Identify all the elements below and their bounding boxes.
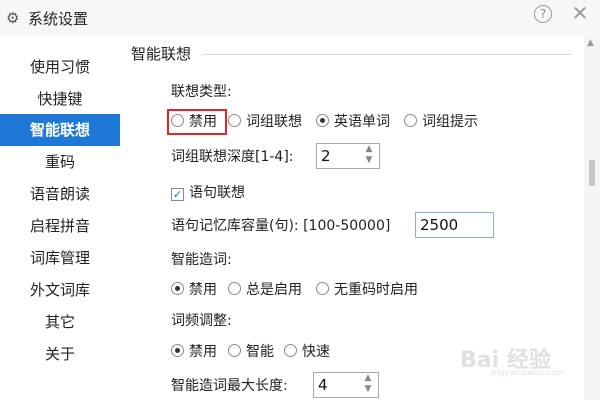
chevron-up-icon[interactable]: ▲ xyxy=(361,144,377,155)
sidebar-item-about[interactable]: 关于 xyxy=(0,338,120,370)
depth-stepper[interactable]: 2 ▲ ▼ xyxy=(316,143,380,169)
assoc-type-english-radio[interactable]: 英语单词 xyxy=(316,112,390,132)
radio-label: 禁用 xyxy=(189,282,217,298)
section-divider xyxy=(202,54,572,55)
max-length-label: 智能造词最大长度: xyxy=(171,378,288,394)
sidebar-item-duplicate-codes[interactable]: 重码 xyxy=(0,146,120,178)
radio-label: 快速 xyxy=(302,344,330,360)
sidebar-item-foreign-lexicon[interactable]: 外文词库 xyxy=(0,274,120,306)
checkmark-icon: ✓ xyxy=(171,188,184,201)
settings-window: ⚙ 系统设置 ? ✕ 使用习惯 快捷键 智能联想 重码 语音朗读 启程拼音 词库… xyxy=(0,0,600,400)
close-button[interactable]: ✕ xyxy=(570,3,590,23)
memory-capacity-input[interactable]: 2500 xyxy=(415,212,494,238)
radio-label: 总是启用 xyxy=(246,282,302,298)
sidebar-item-voice-reading[interactable]: 语音朗读 xyxy=(0,178,120,210)
max-length-value: 4 xyxy=(318,376,328,394)
freq-adjust-fast-radio[interactable]: 快速 xyxy=(284,342,330,362)
radio-indicator xyxy=(228,344,241,357)
depth-value: 2 xyxy=(321,147,331,165)
radio-label: 智能 xyxy=(246,344,274,360)
sidebar-item-smart-association[interactable]: 智能联想 xyxy=(0,114,120,146)
sentence-assoc-checkbox[interactable]: ✓ 语句联想 xyxy=(171,183,245,203)
radio-indicator xyxy=(316,282,329,295)
radio-indicator xyxy=(171,282,184,295)
radio-indicator xyxy=(228,282,241,295)
sidebar-item-qicheng-pinyin[interactable]: 启程拼音 xyxy=(0,210,120,242)
assoc-type-label: 联想类型: xyxy=(171,84,232,100)
vertical-scrollbar[interactable]: ▲ xyxy=(584,36,600,400)
window-title: 系统设置 xyxy=(28,10,89,28)
sidebar: 使用习惯 快捷键 智能联想 重码 语音朗读 启程拼音 词库管理 外文词库 其它 … xyxy=(0,36,120,400)
chevron-down-icon[interactable]: ▼ xyxy=(360,384,376,395)
sidebar-item-other[interactable]: 其它 xyxy=(0,306,120,338)
smart-create-no-dup-radio[interactable]: 无重码时启用 xyxy=(316,280,418,300)
checkbox-label: 语句联想 xyxy=(189,185,245,201)
chevron-down-icon[interactable]: ▼ xyxy=(361,155,377,166)
radio-label: 禁用 xyxy=(189,344,217,360)
scrollbar-thumb[interactable] xyxy=(589,160,595,186)
freq-adjust-label: 词频调整: xyxy=(171,313,232,329)
sidebar-item-lexicon-management[interactable]: 词库管理 xyxy=(0,242,120,274)
radio-label: 词组提示 xyxy=(422,114,478,130)
max-length-stepper[interactable]: 4 ▲ ▼ xyxy=(313,372,379,398)
radio-label: 词组联想 xyxy=(246,114,302,130)
highlight-annotation xyxy=(167,109,227,135)
help-button[interactable]: ? xyxy=(534,5,552,23)
section-title: 智能联想 xyxy=(131,45,192,63)
memory-capacity-value: 2500 xyxy=(420,216,459,234)
smart-create-disable-radio[interactable]: 禁用 xyxy=(171,280,217,300)
sidebar-item-usage-habits[interactable]: 使用习惯 xyxy=(0,51,120,83)
watermark-logo: Bai 经验 jingyan.baidu.com xyxy=(460,340,585,380)
freq-adjust-smart-radio[interactable]: 智能 xyxy=(228,342,274,362)
depth-label: 词组联想深度[1-4]: xyxy=(171,149,294,165)
radio-indicator xyxy=(171,344,184,357)
chevron-up-icon[interactable]: ▲ xyxy=(587,38,594,48)
radio-indicator xyxy=(228,114,241,127)
radio-indicator xyxy=(316,114,329,127)
assoc-type-phrase-radio[interactable]: 词组联想 xyxy=(228,112,302,132)
smart-create-label: 智能造词: xyxy=(171,252,232,268)
freq-adjust-disable-radio[interactable]: 禁用 xyxy=(171,342,217,362)
smart-create-always-radio[interactable]: 总是启用 xyxy=(228,280,302,300)
gear-icon: ⚙ xyxy=(6,9,20,27)
radio-indicator xyxy=(284,344,297,357)
chevron-up-icon[interactable]: ▲ xyxy=(360,373,376,384)
watermark-subtext: jingyan.baidu.com xyxy=(490,368,564,377)
title-bar: ⚙ 系统设置 ? ✕ xyxy=(0,0,600,36)
sidebar-item-shortcuts[interactable]: 快捷键 xyxy=(0,83,120,115)
radio-indicator xyxy=(404,114,417,127)
memory-capacity-label: 语句记忆库容量(句): [100-50000] xyxy=(171,218,391,234)
assoc-type-hint-radio[interactable]: 词组提示 xyxy=(404,112,478,132)
radio-label: 英语单词 xyxy=(334,114,390,130)
radio-label: 无重码时启用 xyxy=(334,282,418,298)
